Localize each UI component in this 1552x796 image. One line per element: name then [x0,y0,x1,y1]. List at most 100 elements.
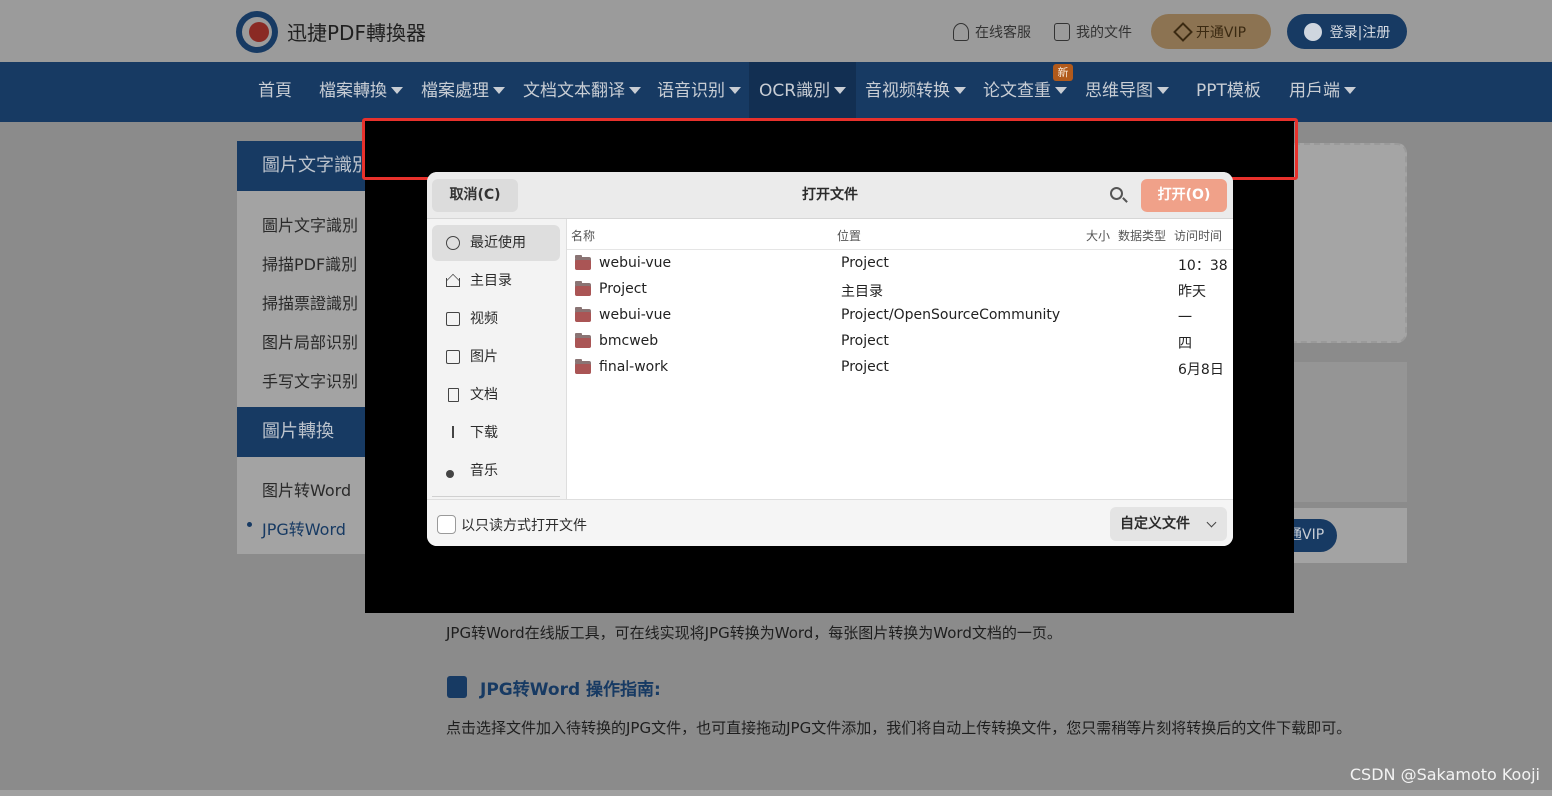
document-icon [448,388,459,402]
music-icon [446,470,454,478]
sidebar-item-partial-ocr[interactable]: 图片局部识别 [262,329,358,353]
column-header-type[interactable]: 数据类型 [1118,227,1166,244]
folder-icon [575,255,591,270]
sidebar-item-scan-ticket[interactable]: 掃描票證識別 [262,290,358,314]
file-name: final-work [599,359,669,375]
sidebar-item-handwriting[interactable]: 手写文字识别 [262,368,358,392]
column-header-access[interactable]: 访问时间 [1174,227,1222,244]
file-name: webui-vue [599,307,672,323]
caret-down-icon [1055,87,1067,94]
place-label: 图片 [470,349,498,365]
file-row[interactable]: bmcweb Project 四 [567,330,1233,356]
cancel-button[interactable]: 取消(C) [432,179,518,212]
caret-down-icon [729,87,741,94]
caret-down-icon [391,87,403,94]
nav-item-ppt[interactable]: PPT模板 [1196,62,1261,122]
file-access-time: 四 [1178,336,1192,352]
nav-label: 用戶端 [1289,81,1340,101]
place-home[interactable]: 主目录 [432,263,560,299]
caret-down-icon [834,87,847,94]
sidebar-item-scan-pdf[interactable]: 掃描PDF識別 [262,251,357,275]
nav-label: 文档文本翻译 [523,81,625,101]
place-documents[interactable]: 文档 [432,377,560,413]
file-row[interactable]: final-work Project 6月8日 [567,356,1233,382]
file-list: 名称 位置 大小 数据类型 访问时间 webui-vue Project 10：… [567,219,1233,499]
headset-icon [953,23,969,41]
readonly-checkbox[interactable] [437,515,456,534]
caret-down-icon [1344,87,1356,94]
brand-name[interactable]: 迅捷PDF轉換器 [287,17,426,46]
file-row[interactable]: webui-vue Project/OpenSourceCommunity 一 [567,304,1233,330]
my-files-link[interactable]: 我的文件 [1054,22,1132,42]
readonly-label[interactable]: 以只读方式打开文件 [461,515,587,535]
search-icon[interactable] [1110,187,1123,200]
column-header-size[interactable]: 大小 [1086,227,1110,244]
new-badge: 新 [1053,64,1073,81]
nav-label: 首頁 [258,81,292,101]
info-panel [1294,362,1407,502]
column-header-name[interactable]: 名称 [571,227,595,244]
place-recent[interactable]: 最近使用 [432,225,560,261]
tool-description: JPG转Word在线版工具，可在线实现将JPG转换为Word，每张图片转换为Wo… [446,624,1062,642]
login-register-label: 登录|注册 [1329,24,1391,41]
file-filter-dropdown[interactable]: 自定义文件 [1110,507,1227,541]
folder-icon [575,359,591,374]
caret-down-icon [954,87,966,94]
active-dot-icon [247,522,252,527]
customer-service-link[interactable]: 在线客服 [953,22,1031,42]
nav-label: PPT模板 [1196,81,1261,101]
nav-label: 论文查重 [983,81,1051,101]
folder-icon [575,281,591,296]
top-header: 迅捷PDF轉換器 在线客服 我的文件 开通VIP 登录|注册 [0,0,1552,62]
nav-item-client[interactable]: 用戶端 [1289,62,1356,122]
file-access-time: 一 [1178,310,1192,326]
divider [432,496,560,497]
file-icon [1054,23,1070,41]
nav-item-av-convert[interactable]: 音视频转换 [865,62,966,122]
clock-icon [446,236,460,250]
nav-item-file-convert[interactable]: 檔案轉換 [319,62,403,122]
file-access-time: 6月8日 [1178,362,1224,378]
user-icon [1303,22,1322,41]
upload-dropzone[interactable] [1294,143,1407,343]
nav-item-translate[interactable]: 文档文本翻译 [523,62,641,122]
sidebar-item-jpg-to-word[interactable]: JPG转Word [262,516,346,540]
caret-down-icon [629,87,641,94]
place-label: 下载 [470,425,498,441]
file-row[interactable]: Project 主目录 昨天 [567,278,1233,304]
red-highlight-box [362,118,1298,180]
nav-label: 檔案處理 [421,81,489,101]
open-vip-button[interactable]: 开通VIP [1151,14,1271,49]
place-videos[interactable]: 视频 [432,301,560,337]
place-pictures[interactable]: 图片 [432,339,560,375]
my-files-label: 我的文件 [1076,25,1132,41]
logo-icon[interactable] [236,11,278,53]
diamond-icon [1173,21,1193,42]
nav-item-home[interactable]: 首頁 [258,62,292,122]
place-music[interactable]: 音乐 [432,453,560,489]
column-header-location[interactable]: 位置 [837,227,861,244]
nav-item-mindmap[interactable]: 思维导图 [1085,62,1169,122]
folder-icon [575,307,591,322]
nav-label: 语音识别 [657,81,725,101]
sidebar-item-image-to-word[interactable]: 图片转Word [262,477,351,501]
nav-item-speech[interactable]: 语音识别 [657,62,741,122]
home-icon [446,278,460,287]
nav-item-file-process[interactable]: 檔案處理 [421,62,505,122]
bottom-scrollbar [0,790,1552,796]
login-register-button[interactable]: 登录|注册 [1287,14,1407,49]
place-downloads[interactable]: 下载 [432,415,560,451]
file-access-time: 昨天 [1178,284,1206,300]
nav-item-ocr[interactable]: OCR識別 [749,62,857,122]
download-icon [452,426,454,438]
sidebar-section-image-convert: 圖片轉換 [237,407,367,457]
file-filter-label: 自定义文件 [1120,516,1190,532]
main-navbar: 首頁 檔案轉換 檔案處理 文档文本翻译 语音识别 OCR識別 音视频转换 论文查… [0,62,1552,122]
image-icon [446,350,460,364]
sidebar-item-image-ocr[interactable]: 圖片文字識別 [262,212,358,236]
open-file-dialog: 取消(C) 打开文件 打开(O) 最近使用 主目录 视频 图片 文档 下载 音乐… [427,172,1233,546]
file-location: Project [841,359,889,375]
file-row[interactable]: webui-vue Project 10：38 [567,252,1233,278]
open-button[interactable]: 打开(O) [1141,179,1227,212]
place-label: 音乐 [470,463,498,479]
